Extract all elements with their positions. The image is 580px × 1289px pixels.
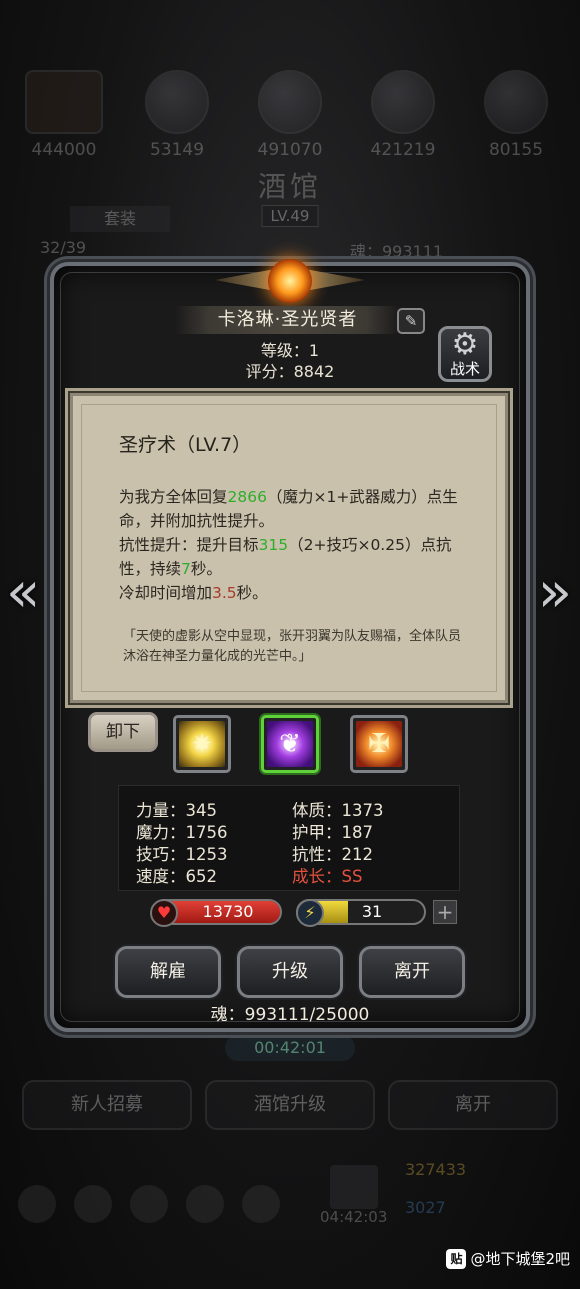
skill-desc-text: （魔力×1+武器威力）点生命，并附加抗性提升。 — [119, 488, 458, 530]
unload-skill-button[interactable]: 卸下 — [88, 712, 158, 752]
material-icon — [145, 70, 209, 134]
stat-physique: 体质：1373 — [292, 801, 384, 820]
emblem-wing-right — [305, 269, 365, 291]
skill-value: 7 — [181, 560, 191, 578]
skill-description: 为我方全体回复2866（魔力×1+武器威力）点生命，并附加抗性提升。抗性提升：提… — [119, 485, 461, 605]
nav-icon — [74, 1185, 112, 1223]
resource-count: 421219 — [370, 140, 436, 160]
add-energy-button[interactable]: + — [433, 900, 457, 924]
hero-name: 卡洛琳·圣光贤者 — [175, 306, 400, 334]
stat-growth: 成长：SS — [292, 867, 363, 886]
resource-count: 491070 — [257, 140, 323, 160]
hp-value: 13730 — [202, 902, 254, 921]
gem-count: 3027 — [405, 1198, 446, 1217]
resource-slot: 444000 — [20, 70, 108, 160]
purple-rune-skill-icon: ❦ — [267, 721, 313, 767]
skill-desc-text: 秒。 — [236, 584, 268, 602]
skill-desc-text: （2+技巧×0.25）点抗性，持续 — [119, 536, 452, 578]
nav-icon — [186, 1185, 224, 1223]
bottom-nav-icons — [18, 1185, 280, 1223]
next-hero-arrow-icon[interactable]: » — [538, 565, 572, 621]
material-icon — [258, 70, 322, 134]
hero-score: 评分：8842 — [245, 362, 335, 381]
tavern-timer: 00:42:01 — [225, 1035, 355, 1061]
tavern-leave-button: 离开 — [388, 1080, 558, 1130]
recruit-button: 新人招募 — [22, 1080, 192, 1130]
weapon-icon — [25, 70, 103, 134]
resource-slot: 80155 — [472, 70, 560, 160]
leave-button[interactable]: 离开 — [359, 946, 465, 998]
angel-blessing-skill-icon: ✠ — [356, 721, 402, 767]
gift-box-icon — [330, 1165, 378, 1209]
nav-icon — [130, 1185, 168, 1223]
skill-value: 2866 — [227, 488, 267, 506]
stat-skill: 技巧：1253 — [136, 845, 228, 864]
resource-slot: 53149 — [133, 70, 221, 160]
stat-armor: 护甲：187 — [292, 823, 373, 842]
tavern-title: 酒馆 — [257, 170, 322, 203]
holy-burst-skill-icon: ✷ — [179, 721, 225, 767]
stat-speed: 速度：652 — [136, 867, 217, 886]
skill-tooltip: 圣疗术（LV.7） 为我方全体回复2866（魔力×1+武器威力）点生命，并附加抗… — [70, 393, 508, 703]
pencil-icon: ✎ — [404, 312, 418, 330]
tavern-bottom-buttons: 新人招募 酒馆升级 离开 — [22, 1080, 558, 1130]
upgrade-button[interactable]: 升级 — [237, 946, 343, 998]
tavern-upgrade-button: 酒馆升级 — [205, 1080, 375, 1130]
tieba-logo-icon: 贴 — [446, 1248, 467, 1269]
watermark-text: @地下城堡2吧 — [470, 1250, 570, 1268]
skill-desc-text: 秒。 — [190, 560, 222, 578]
resource-bar: 444000 53149 491070 421219 80155 — [20, 70, 560, 160]
skill-value: 315 — [258, 536, 289, 554]
material-icon — [371, 70, 435, 134]
nav-icon — [242, 1185, 280, 1223]
energy-value: 31 — [361, 902, 383, 921]
skill-slot-3[interactable]: ✠ — [350, 715, 408, 773]
skill-flavor-text: 「天使的虚影从空中显现，张开羽翼为队友赐福，全体队员沐浴在神圣力量化成的光芒中。… — [123, 629, 462, 664]
skill-desc-text: 冷却时间增加 — [119, 584, 213, 602]
gift-timer: 04:42:03 — [320, 1208, 388, 1226]
skill-title: 圣疗术（LV.7） — [119, 434, 252, 456]
rename-button[interactable]: ✎ — [397, 308, 425, 334]
skill-desc-text: 抗性提升：提升目标 — [119, 536, 259, 554]
plus-icon: + — [436, 900, 454, 924]
stat-resist: 抗性：212 — [292, 845, 373, 864]
skill-slot-1[interactable]: ✷ — [173, 715, 231, 773]
heart-icon: ♥ — [150, 899, 178, 927]
resource-count: 80155 — [488, 140, 544, 160]
lightning-icon: ⚡ — [296, 899, 324, 927]
material-icon — [484, 70, 548, 134]
dismiss-button[interactable]: 解雇 — [115, 946, 221, 998]
skill-desc-text: 为我方全体回复 — [119, 488, 228, 506]
tavern-level: LV.49 — [261, 205, 319, 227]
emblem-sun-icon — [268, 259, 312, 303]
prev-hero-arrow-icon[interactable]: « — [6, 565, 40, 621]
gear-icon: ⚙ — [451, 327, 479, 362]
emblem-wing-left — [215, 269, 275, 291]
hero-count: 32/39 — [40, 238, 87, 257]
stat-magic: 魔力：1756 — [136, 823, 228, 842]
tactics-button[interactable]: ⚙ 战术 — [438, 326, 492, 382]
set-tab: 套装 — [70, 206, 170, 232]
resource-count: 53149 — [149, 140, 205, 160]
skill-value: 3.5 — [212, 584, 237, 602]
skill-slot-2[interactable]: ❦ — [261, 715, 319, 773]
resource-slot: 491070 — [246, 70, 334, 160]
watermark: 贴 @地下城堡2吧 — [446, 1248, 570, 1269]
stat-strength: 力量：345 — [136, 801, 217, 820]
resource-count: 444000 — [31, 140, 97, 160]
resource-slot: 421219 — [359, 70, 447, 160]
tactics-label: 战术 — [449, 360, 480, 378]
nav-icon — [18, 1185, 56, 1223]
gold-count: 327433 — [405, 1160, 467, 1179]
soul-cost: 魂：993111/25000 — [210, 1005, 370, 1025]
